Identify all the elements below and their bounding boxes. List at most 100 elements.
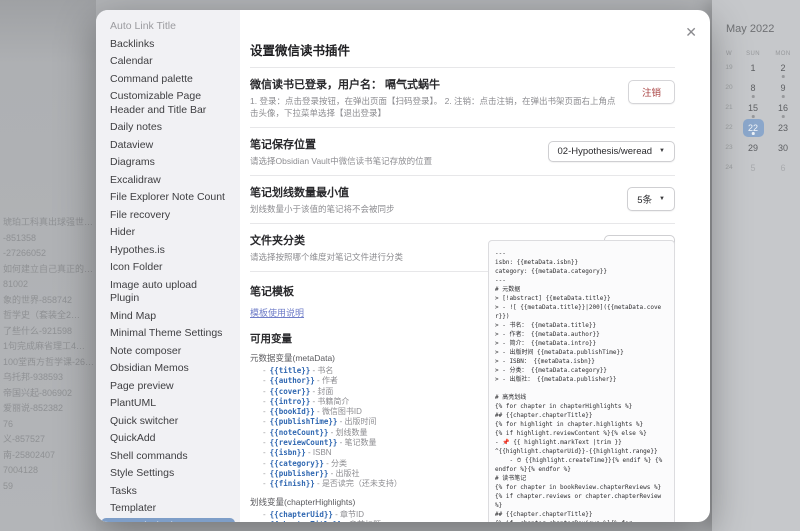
variable-item: - {{author}} - 作者	[263, 376, 338, 386]
variable-item: - {{isbn}} - ISBN	[263, 448, 332, 458]
calendar-week-row: 20 8 9	[720, 77, 800, 98]
background-file-item: 100堂西方哲学课-26…	[3, 356, 95, 367]
background-file-item: 59	[3, 480, 14, 491]
calendar-week-row: 23 29 30	[720, 137, 800, 157]
note-location-select[interactable]: 02-Hypothesis/weread ▼	[547, 140, 675, 162]
calendar-day: 5	[750, 162, 756, 173]
sidebar-item-file-explorer-note-count[interactable]: File Explorer Note Count	[96, 189, 240, 207]
calendar-col-header: W	[725, 51, 733, 57]
background-file-item: 76	[3, 418, 14, 429]
note-location-row: 笔记保存位置 请选择Obsidian Vault中微信读书笔记存放的位置 02-…	[250, 128, 675, 176]
calendar-week-number: 19	[725, 63, 733, 71]
background-file-item: 南-25802407	[3, 449, 56, 460]
background-file-item: 帝国兴起-806902	[3, 387, 73, 398]
sidebar-item-hypothes-is[interactable]: Hypothes.is	[96, 242, 240, 260]
sidebar-item-file-recovery[interactable]: File recovery	[96, 207, 240, 225]
sidebar-item-icon-folder[interactable]: Icon Folder	[96, 259, 240, 277]
sidebar-item-calendar[interactable]: Calendar	[96, 53, 240, 71]
sidebar-item-shell-commands[interactable]: Shell commands	[96, 448, 240, 466]
calendar-day: 8	[738, 78, 768, 98]
sidebar-item-image-auto-upload-plugin[interactable]: Image auto upload Plugin	[96, 277, 240, 308]
sidebar-item-hider[interactable]: Hider	[96, 224, 240, 242]
sidebar-item-weread-plugin[interactable]: Weread Plugin	[101, 517, 235, 522]
background-file-item: 7004128	[3, 465, 39, 475]
settings-modal: Auto Link Title Backlinks Calendar Command …	[96, 10, 710, 522]
background-file-item: 81002	[3, 279, 29, 289]
sidebar-item-style-settings[interactable]: Style Settings	[96, 465, 240, 483]
sidebar-item-obsidian-memos[interactable]: Obsidian Memos	[96, 360, 240, 378]
sidebar-item-daily-notes[interactable]: Daily notes	[96, 119, 240, 137]
variable-item: - {{publishTime}} - 出版时间	[263, 417, 377, 427]
background-file-item: 如何建立自己真正的…	[3, 263, 94, 274]
login-status-text: 微信读书已登录，用户名： 嗝气式蜗牛	[250, 79, 441, 91]
variable-item: - {{noteCount}} - 划线数量	[263, 427, 368, 437]
setting-desc: 划线数量小于该值的笔记将不会被同步	[250, 204, 395, 214]
chevron-down-icon: ▼	[659, 148, 665, 154]
variable-item: - {{chapterUid}} - 章节ID	[263, 509, 364, 519]
sidebar-item-quick-switcher[interactable]: Quick switcher	[96, 413, 240, 431]
template-help-link[interactable]: 模板使用说明	[250, 308, 304, 318]
calendar-week-number: 21	[725, 103, 733, 111]
calendar-day: 2	[768, 58, 798, 78]
calendar-day: 29	[747, 142, 758, 153]
chevron-down-icon: ▼	[659, 196, 665, 202]
template-code-editor[interactable]: --- isbn: {{metaData.isbn}} category: {{…	[488, 240, 675, 522]
background-file-item: 了些什么-921598	[3, 325, 73, 336]
sidebar-item-plantuml[interactable]: PlantUML	[96, 395, 240, 413]
sidebar-item-templater[interactable]: Templater	[96, 500, 240, 518]
calendar-col-header: SUN	[746, 51, 760, 57]
setting-desc: 请选择Obsidian Vault中微信读书笔记存放的位置	[250, 156, 433, 166]
background-file-item: 爱丽说-852382	[3, 403, 64, 413]
calendar-week-number: 23	[725, 143, 733, 151]
sidebar-item-backlinks[interactable]: Backlinks	[96, 36, 240, 54]
background-file-item: 义-857527	[3, 434, 46, 444]
variable-item: - {{cover}} - 封面	[263, 386, 334, 396]
calendar-week-number: 20	[725, 83, 733, 91]
variable-item: - {{reviewCount}} - 笔记数量	[263, 438, 377, 448]
login-status-row: 微信读书已登录，用户名： 嗝气式蜗牛 1. 登录：点击登录按钮，在弹出页面【扫码…	[250, 68, 675, 128]
background-file-item: 哲学史（套装全2…	[3, 310, 81, 320]
variable-group-label: 元数据变量(metaData)	[250, 353, 336, 363]
sidebar-item-page-preview[interactable]: Page preview	[96, 378, 240, 396]
calendar-day: 30	[777, 142, 788, 153]
variable-item: - {{publisher}} - 出版社	[263, 468, 360, 478]
min-highlights-select[interactable]: 5条 ▼	[627, 187, 675, 211]
sidebar-item-command-palette[interactable]: Command palette	[96, 71, 240, 89]
background-file-item: 琥珀工科真出球强世…	[3, 217, 94, 227]
background-file-item: 象的世界-858742	[3, 294, 73, 305]
background-calendar-panel: May 2022 W SUN MON 19 1 2 20 8 9 21 15 16 22 22 23 23 2…	[712, 0, 800, 531]
calendar-week-row: 21 15 16	[720, 97, 800, 118]
sidebar-item-excalidraw[interactable]: Excalidraw	[96, 172, 240, 190]
calendar-day: 22	[738, 118, 768, 137]
background-file-item: 1句完成麻省理工4…	[3, 341, 86, 351]
calendar-week-number: 24	[725, 163, 733, 171]
background-file-explorer: 琥珀工科真出球强世… -851358 -27266052 如何建立自己真正的… 8100…	[0, 0, 96, 531]
calendar-day: 23	[777, 122, 788, 133]
min-highlights-row: 笔记划线数量最小值 划线数量小于该值的笔记将不会被同步 5条 ▼	[250, 176, 675, 224]
setting-name: 笔记划线数量最小值	[250, 187, 349, 199]
variable-item: - {{intro}} - 书籍简介	[263, 396, 350, 406]
variable-item: - {{finish}} - 是否读完（还未支持）	[263, 479, 402, 489]
sidebar-item-quickadd[interactable]: QuickAdd	[96, 430, 240, 448]
sidebar-item-minimal-theme-settings[interactable]: Minimal Theme Settings	[96, 325, 240, 343]
close-icon[interactable]: ✕	[685, 25, 697, 39]
variable-item: - {{bookId}} - 微信图书ID	[263, 407, 362, 417]
sidebar-item-tasks[interactable]: Tasks	[96, 483, 240, 501]
calendar-weekday-header: W SUN MON	[720, 51, 800, 57]
sidebar-item-diagrams[interactable]: Diagrams	[96, 154, 240, 172]
sidebar-item-mind-map[interactable]: Mind Map	[96, 308, 240, 326]
background-file-item: -27266052	[3, 248, 47, 258]
background-file-item: -851358	[3, 232, 37, 243]
setting-name: 笔记保存位置	[250, 139, 316, 151]
sidebar-item-customizable-page-header-and-title-bar[interactable]: Customizable Page Header and Title Bar	[96, 88, 240, 119]
sidebar-item-auto-link-title[interactable]: Auto Link Title	[96, 18, 240, 36]
variable-item: - {{title}} - 书名	[263, 366, 334, 375]
calendar-col-header: MON	[775, 51, 791, 57]
login-help-text: 1. 登录：点击登录按钮，在弹出页面【扫码登录】。 2. 注销：点击注销，在弹出…	[250, 96, 616, 118]
logout-button[interactable]: 注销	[627, 80, 675, 104]
sidebar-item-note-composer[interactable]: Note composer	[96, 343, 240, 361]
variables-list: 元数据变量(metaData) - {{title}} - 书名 - {{author}…	[250, 352, 490, 522]
selected-value: 5条	[637, 195, 653, 206]
settings-sidebar: Auto Link Title Backlinks Calendar Command …	[96, 10, 240, 522]
sidebar-item-dataview[interactable]: Dataview	[96, 137, 240, 155]
